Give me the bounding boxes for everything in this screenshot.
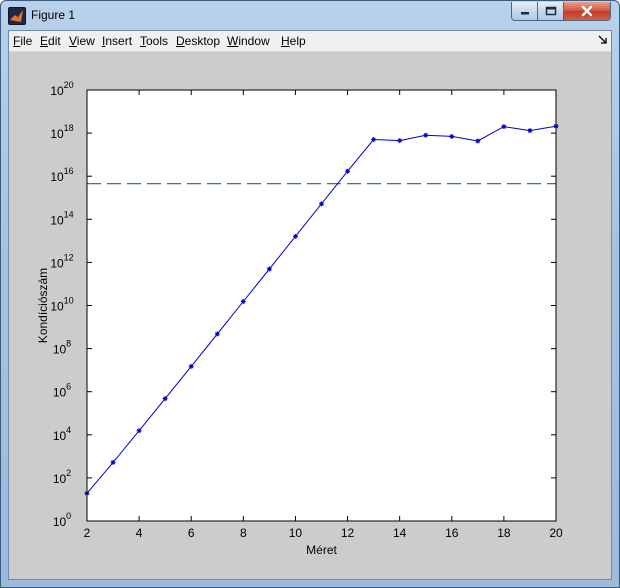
data-point bbox=[423, 132, 429, 138]
x-tick-label: 14 bbox=[393, 526, 407, 540]
data-point bbox=[449, 133, 455, 139]
point-marker bbox=[319, 201, 324, 207]
data-point bbox=[240, 299, 246, 305]
y-tick-label: 102 bbox=[53, 468, 71, 486]
data-point bbox=[188, 363, 194, 369]
y-axis-label: Kondíciószám bbox=[36, 268, 50, 343]
x-tick-label: 4 bbox=[136, 526, 143, 540]
data-point bbox=[397, 138, 403, 144]
y-tick-label: 106 bbox=[53, 382, 71, 400]
data-point bbox=[371, 137, 377, 143]
data-point bbox=[475, 138, 481, 144]
point-marker bbox=[292, 233, 298, 239]
data-point bbox=[319, 201, 324, 207]
x-tick-label: 10 bbox=[289, 526, 303, 540]
data-point bbox=[292, 233, 298, 239]
data-point bbox=[214, 331, 220, 337]
data-point bbox=[266, 266, 272, 272]
point-marker bbox=[214, 331, 220, 337]
y-tick-label: 1020 bbox=[50, 80, 73, 98]
plot-svg: 2 4 6 8 10 12 14 16 18 20100102104106108101010121… bbox=[36, 80, 563, 557]
x-axis-label: Méret bbox=[306, 543, 337, 557]
point-marker bbox=[188, 363, 194, 369]
y-tick-label: 100 bbox=[53, 511, 71, 529]
x-tick-label: 2 bbox=[84, 526, 91, 540]
y-tick-label: 1018 bbox=[50, 123, 73, 141]
x-tick-label: 18 bbox=[497, 526, 511, 540]
point-marker bbox=[162, 396, 168, 402]
point-marker bbox=[110, 459, 116, 465]
x-tick-label: 16 bbox=[445, 526, 459, 540]
data-point bbox=[110, 459, 116, 465]
plot-area bbox=[87, 90, 556, 521]
point-marker bbox=[449, 133, 455, 139]
y-tick-label: 1010 bbox=[50, 296, 73, 314]
point-marker bbox=[345, 168, 351, 174]
point-marker bbox=[423, 132, 429, 138]
point-marker bbox=[240, 299, 246, 305]
point-marker bbox=[371, 137, 377, 143]
x-tick-label: 8 bbox=[240, 526, 247, 540]
data-point bbox=[345, 168, 351, 174]
point-marker bbox=[527, 128, 533, 134]
x-tick-label: 12 bbox=[341, 526, 355, 540]
data-point bbox=[527, 128, 533, 134]
data-point bbox=[136, 428, 142, 434]
point-marker bbox=[266, 266, 272, 272]
point-marker bbox=[501, 124, 507, 130]
figure-window: Figure 1 File Edit View Insert Tools Des… bbox=[0, 0, 620, 588]
x-tick-label: 20 bbox=[549, 526, 563, 540]
x-tick-label: 6 bbox=[188, 526, 195, 540]
y-tick-label: 1016 bbox=[50, 166, 73, 184]
point-marker bbox=[397, 138, 403, 144]
y-tick-label: 104 bbox=[53, 425, 71, 443]
data-point bbox=[162, 396, 168, 402]
y-tick-label: 108 bbox=[53, 339, 71, 357]
point-marker bbox=[475, 138, 481, 144]
y-tick-label: 1014 bbox=[50, 209, 73, 227]
y-tick-label: 1012 bbox=[50, 252, 73, 270]
point-marker bbox=[136, 428, 142, 434]
data-point bbox=[501, 124, 507, 130]
